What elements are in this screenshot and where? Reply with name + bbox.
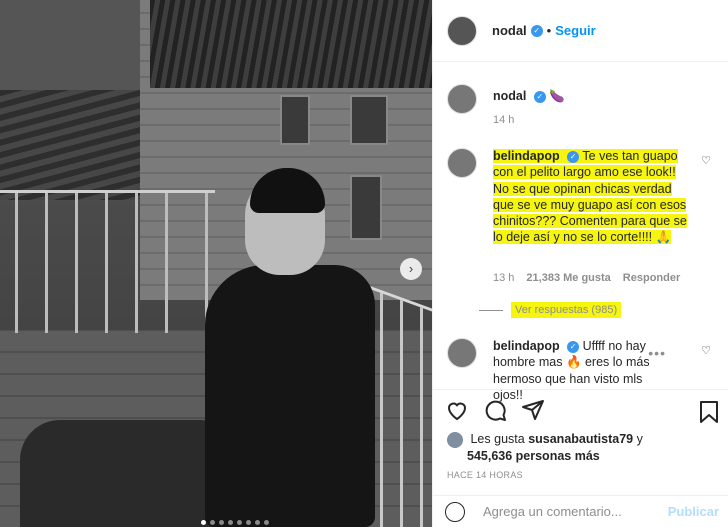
separator-dot: • (546, 23, 552, 38)
post-header: nodal ✓ • Seguir (433, 0, 728, 62)
verified-icon: ✓ (530, 24, 543, 37)
caption-username[interactable]: nodal (493, 89, 526, 103)
avatar (447, 431, 463, 448)
share-icon[interactable] (521, 398, 545, 427)
add-comment-bar: Agrega un comentario... Publicar (433, 495, 728, 527)
window (350, 175, 382, 240)
comment-input[interactable]: Agrega un comentario... (483, 504, 668, 519)
verified-icon: ✓ (533, 90, 546, 103)
more-options-icon[interactable]: ••• (648, 345, 666, 361)
publish-button[interactable]: Publicar (668, 504, 719, 519)
view-replies-label[interactable]: Ver respuestas (985) (511, 302, 622, 318)
divider (479, 309, 503, 311)
window (350, 95, 388, 145)
avatar[interactable] (447, 15, 477, 46)
chevron-right-icon[interactable]: › (400, 258, 422, 280)
building-roof (150, 0, 432, 88)
likes-count[interactable]: 545,636 personas más (467, 449, 600, 463)
likes-user[interactable]: susanabautista79 (528, 432, 633, 446)
background-building (0, 0, 160, 100)
comment-likes[interactable]: 21,383 Me gusta (526, 272, 610, 284)
avatar[interactable] (447, 148, 477, 178)
follow-button[interactable]: Seguir (555, 23, 595, 38)
comment-icon[interactable] (483, 398, 507, 427)
comment-time[interactable]: 13 h (493, 272, 514, 284)
caption-meta: 14 h (493, 114, 514, 126)
heart-icon[interactable]: ♡ (701, 344, 711, 357)
person-jacket (205, 265, 375, 527)
comment-highlight: belindapop ✓ Te ves tan guapo con el pel… (493, 149, 687, 245)
comment-meta: 13 h 21,383 Me gusta Responder (493, 272, 680, 284)
verified-icon: ✓ (567, 150, 580, 163)
heart-icon[interactable]: ♡ (701, 154, 711, 167)
action-bar (433, 389, 728, 435)
comment-username[interactable]: belindapop (493, 339, 560, 353)
verified-icon: ✓ (567, 340, 580, 353)
heart-icon[interactable] (445, 398, 469, 427)
likes-summary: Les gusta susanabautista79 y 545,636 per… (447, 431, 717, 465)
bookmark-icon[interactable] (698, 400, 720, 429)
balcony-railing (0, 190, 215, 333)
view-replies[interactable]: Ver respuestas (985) (479, 302, 622, 318)
caption-text: 🍆 (549, 89, 565, 103)
comment-item: belindapop ✓ Te ves tan guapo con el pel… (447, 148, 717, 308)
likes-prefix: Les gusta (470, 432, 525, 446)
post-timestamp[interactable]: HACE 14 HORAS (447, 470, 523, 480)
carousel-dots (201, 520, 269, 525)
avatar[interactable] (447, 338, 477, 368)
caption: nodal ✓ 🍆 14 h (447, 84, 717, 134)
comment-text: Te ves tan guapo con el pelito largo amo… (493, 149, 687, 245)
post-panel: nodal ✓ • Seguir nodal ✓ 🍆 14 h belindap… (432, 0, 728, 527)
emoji-icon[interactable] (445, 501, 465, 522)
post-photo[interactable]: › (0, 0, 432, 527)
header-username[interactable]: nodal (492, 23, 527, 38)
window (280, 95, 310, 145)
reply-button[interactable]: Responder (623, 272, 680, 284)
avatar[interactable] (447, 84, 477, 114)
comment-username[interactable]: belindapop (493, 149, 560, 163)
likes-conj: y (636, 432, 643, 446)
caption-time[interactable]: 14 h (493, 114, 514, 126)
comment-item: belindapop ✓ Uffff no hay hombre mas 🔥 e… (447, 338, 717, 402)
